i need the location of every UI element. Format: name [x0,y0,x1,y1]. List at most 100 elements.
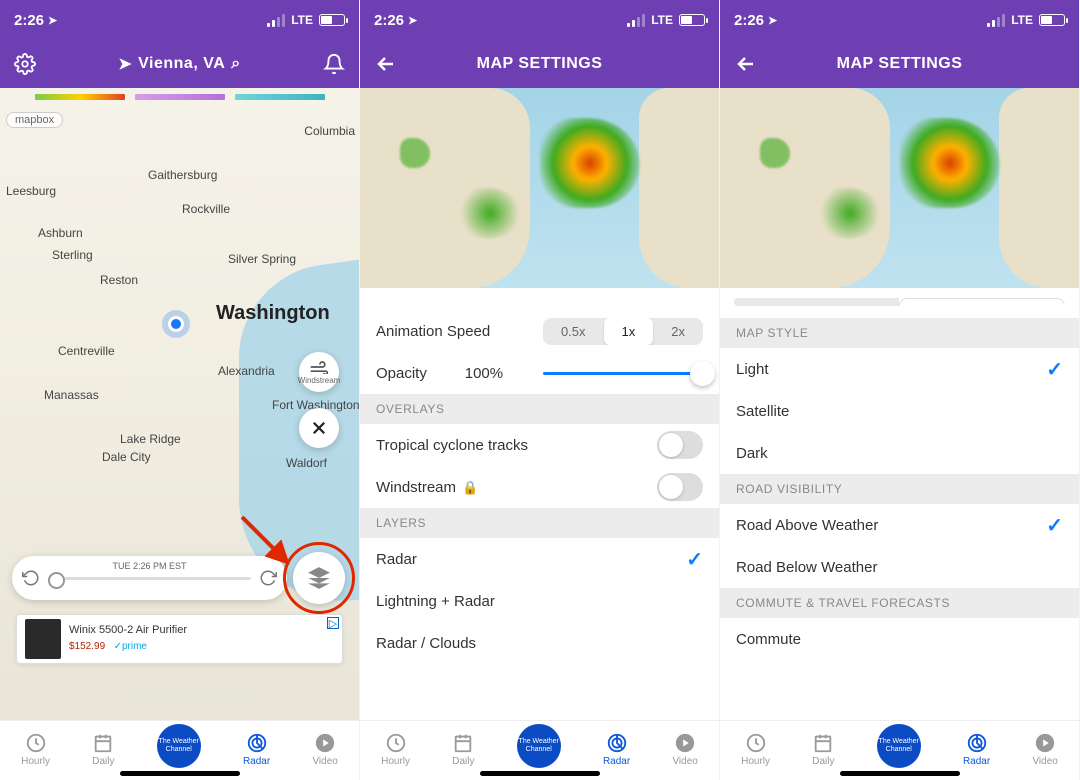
tab-radar[interactable]: Radar [603,732,630,767]
status-carrier: LTE [291,13,313,27]
map-preview[interactable] [360,88,719,288]
speed-05x[interactable]: 0.5x [543,318,604,345]
toggle-windstream[interactable] [657,473,703,501]
speed-1x[interactable]: 1x [604,318,654,345]
tab-daily[interactable]: Daily [92,732,114,767]
segment-features[interactable]: FEATURES [899,298,1066,306]
location-arrow-icon: ➤ [768,14,777,27]
section-layers: LAYERS [360,508,719,538]
row-road-above[interactable]: Road Above Weather✓ [720,504,1079,546]
segment-layers[interactable]: LAYERS [734,298,899,306]
close-fab[interactable] [299,408,339,448]
tab-today[interactable]: The Weather Channel [877,732,921,768]
city-label: Gaithersburg [148,168,217,182]
tab-hourly[interactable]: Hourly [21,732,50,767]
notifications-bell-icon[interactable] [323,53,345,75]
city-label: Waldorf [286,456,327,470]
tab-radar[interactable]: Radar [243,732,270,767]
location-arrow-icon: ➤ [48,14,57,27]
check-icon: ✓ [1046,357,1063,382]
row-clouds[interactable]: Radar / Clouds [360,622,719,660]
time-slider[interactable]: TUE 2:26 PM EST [48,577,251,580]
tab-today[interactable]: The Weather Channel [517,732,561,768]
tab-video[interactable]: Video [312,732,337,767]
section-commute: COMMUTE & TRAVEL FORECASTS [720,588,1079,618]
row-lightning[interactable]: Lightning + Radar [360,580,719,622]
city-label: Leesburg [6,184,56,198]
row-windstream[interactable]: Windstream🔒 [360,466,719,508]
settings-layers-panel: LAYERS FEATURES Animation Speed 0.5x 1x … [360,288,719,660]
signal-icon [267,14,285,27]
speed-segment[interactable]: 0.5x 1x 2x [543,318,703,345]
windstream-fab[interactable]: Windstream [299,352,339,392]
city-label: Manassas [44,388,99,402]
layers-features-segment[interactable]: LAYERS FEATURES [734,298,1065,306]
navbar-settings: MAP SETTINGS [720,40,1079,88]
location-label: Vienna, VA [138,55,225,73]
check-icon: ✓ [686,547,703,572]
row-commute[interactable]: Commute [720,618,1079,660]
battery-icon [319,14,345,26]
lock-icon: 🔒 [462,480,478,495]
page-title: MAP SETTINGS [414,55,665,73]
tab-video[interactable]: Video [1032,732,1057,767]
city-label: Sterling [52,248,93,262]
section-mapstyle: MAP STYLE [720,318,1079,348]
forward-icon[interactable] [259,569,277,587]
toggle-cyclone[interactable] [657,431,703,459]
page-title: MAP SETTINGS [774,55,1025,73]
map-legend [26,94,333,108]
map-layers-button[interactable] [293,552,345,604]
city-label: Ashburn [38,226,83,240]
row-cyclone[interactable]: Tropical cyclone tracks [360,424,719,466]
battery-icon [679,14,705,26]
screen-map: 2:26➤ LTE ➤ Vienna, VA ⌕ mapbox Columbia… [0,0,360,780]
home-indicator[interactable] [120,771,240,776]
row-light[interactable]: Light✓ [720,348,1079,390]
tab-video[interactable]: Video [672,732,697,767]
row-radar[interactable]: Radar✓ [360,538,719,580]
city-label: Dale City [102,450,151,464]
signal-icon [627,14,645,27]
check-icon: ✓ [1046,513,1063,538]
map-preview[interactable] [720,88,1079,288]
navbar-settings: MAP SETTINGS [360,40,719,88]
signal-icon [987,14,1005,27]
row-satellite[interactable]: Satellite [720,390,1079,432]
tab-hourly[interactable]: Hourly [741,732,770,767]
tab-daily[interactable]: Daily [452,732,474,767]
home-indicator[interactable] [840,771,960,776]
ad-banner[interactable]: Winix 5500-2 Air Purifier $152.99 ✓prime… [16,614,343,664]
battery-icon [1039,14,1065,26]
ad-close-icon[interactable]: ▷ [327,617,339,629]
map-view[interactable]: mapbox Columbia Gaithersburg Rockville L… [0,88,359,720]
tab-today[interactable]: The Weather Channel [157,732,201,768]
opacity-slider[interactable] [543,372,703,375]
current-location-dot [168,316,184,332]
city-label: Centreville [58,344,115,358]
home-indicator[interactable] [480,771,600,776]
location-selector[interactable]: ➤ Vienna, VA ⌕ [54,54,305,74]
location-arrow-icon: ➤ [408,14,417,27]
location-arrow-icon: ➤ [118,54,132,74]
settings-gear-icon[interactable] [14,53,36,75]
city-label: Reston [100,273,138,287]
row-road-below[interactable]: Road Below Weather [720,546,1079,588]
status-bar: 2:26➤ LTE [0,0,359,40]
tab-daily[interactable]: Daily [812,732,834,767]
back-arrow-icon[interactable] [374,52,398,76]
row-opacity: Opacity 100% [360,352,719,394]
screen-settings-features: 2:26➤ LTE MAP SETTINGS LAYERS FEATURES M… [720,0,1080,780]
speed-2x[interactable]: 2x [653,318,703,345]
time-scrubber[interactable]: TUE 2:26 PM EST [12,556,287,600]
city-label: Lake Ridge [120,432,181,446]
back-arrow-icon[interactable] [734,52,758,76]
row-dark[interactable]: Dark [720,432,1079,474]
screen-settings-layers: 2:26➤ LTE MAP SETTINGS LAYERS FEATURES A… [360,0,720,780]
rewind-icon[interactable] [22,569,40,587]
section-overlays: OVERLAYS [360,394,719,424]
city-label: Washington [216,302,330,325]
tab-radar[interactable]: Radar [963,732,990,767]
city-label: Rockville [182,202,230,216]
tab-hourly[interactable]: Hourly [381,732,410,767]
